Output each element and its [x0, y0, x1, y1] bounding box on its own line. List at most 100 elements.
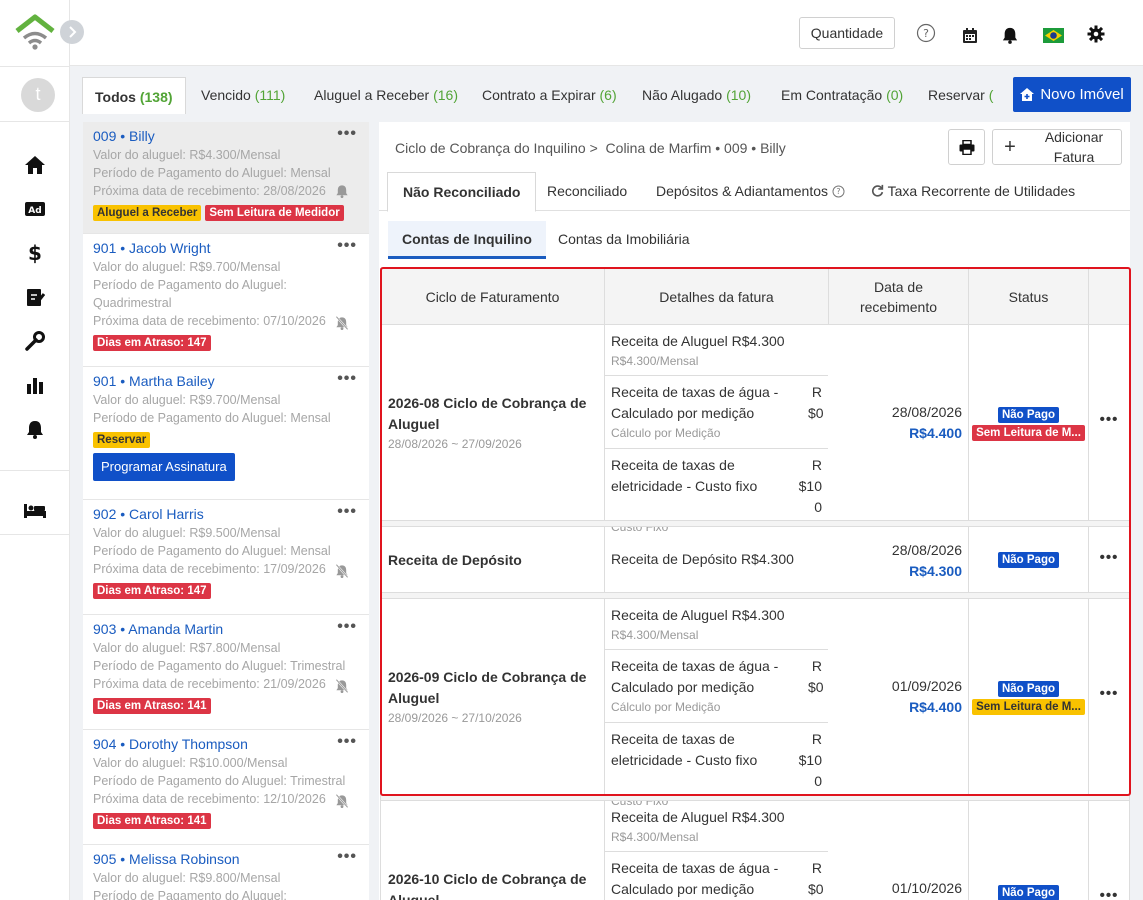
- schedule-signature-button[interactable]: Programar Assinatura: [93, 453, 235, 481]
- breadcrumb-root[interactable]: Ciclo de Cobrança do Inquilino: [395, 140, 586, 156]
- property-card[interactable]: 905 • Melissa Robinson ••• Valor do alug…: [83, 845, 369, 900]
- bed-icon[interactable]: [22, 498, 48, 524]
- tab-aluguel-a-receber[interactable]: Aluguel a Receber (16): [314, 78, 458, 112]
- calendar-icon[interactable]: [959, 24, 981, 46]
- new-property-button[interactable]: Novo Imóvel: [1013, 77, 1131, 112]
- chevron-right-icon: [69, 26, 77, 38]
- status-badge: Dias em Atraso: 141: [93, 698, 211, 714]
- bell-icon[interactable]: [22, 416, 48, 442]
- ad-icon[interactable]: Ad: [22, 196, 48, 222]
- more-options-icon[interactable]: •••: [337, 618, 357, 636]
- status-badge: Sem Leitura de M...: [972, 425, 1085, 441]
- property-title[interactable]: 904 • Dorothy Thompson: [93, 734, 359, 754]
- property-title[interactable]: 902 • Carol Harris: [93, 504, 359, 524]
- more-options-icon[interactable]: •••: [337, 237, 357, 255]
- invoice-item[interactable]: Receita de taxas de água - Calculado por…: [605, 376, 828, 449]
- svg-text:$: $: [28, 242, 42, 264]
- dollar-icon[interactable]: $: [22, 240, 48, 266]
- property-card[interactable]: 903 • Amanda Martin ••• Valor do aluguel…: [83, 615, 369, 730]
- invoice-item[interactable]: Receita de taxas de eletricidade - Custo…: [605, 449, 828, 534]
- invoice-item[interactable]: Receita de Aluguel R$4.300 R$4.300/Mensa…: [605, 801, 828, 852]
- status-badge: Não Pago: [997, 681, 1060, 697]
- invoice-item[interactable]: Receita de taxas de eletricidade - Custo…: [605, 723, 828, 808]
- print-button[interactable]: [948, 129, 985, 165]
- billing-panel: Ciclo de Cobrança do Inquilino > Colina …: [379, 122, 1130, 900]
- property-title[interactable]: 009 • Billy: [93, 126, 359, 146]
- status-badge: Não Pago: [997, 885, 1060, 900]
- reminder-off-icon[interactable]: [335, 316, 349, 330]
- row-actions-icon[interactable]: •••: [1089, 411, 1129, 428]
- table-header: Ciclo de Faturamento Detalhes da fatura …: [381, 269, 1129, 325]
- status-badge: Não Pago: [997, 407, 1060, 423]
- tab-taxa-recorrente[interactable]: Taxa Recorrente de Utilidades: [871, 172, 1075, 211]
- tab-em-contratacao[interactable]: Em Contratação (0): [781, 78, 903, 112]
- table-row: 2026-08 Ciclo de Cobrança de Aluguel 28/…: [381, 325, 1129, 534]
- table-row: 2026-10 Ciclo de Cobrança de Aluguel Rec…: [381, 801, 1129, 900]
- row-actions-icon[interactable]: •••: [1089, 549, 1129, 566]
- home-icon[interactable]: [22, 152, 48, 178]
- tab-reservar[interactable]: Reservar (6: [928, 78, 994, 112]
- property-title[interactable]: 901 • Martha Bailey: [93, 371, 359, 391]
- add-invoice-button[interactable]: + Adicionar Fatura: [992, 129, 1122, 165]
- more-options-icon[interactable]: •••: [337, 125, 357, 143]
- invoice-item[interactable]: Receita de taxas de água - Calculado por…: [605, 650, 828, 723]
- property-card[interactable]: 009 • Billy ••• Valor do aluguel: R$4.30…: [83, 122, 369, 234]
- tab-contas-imobiliaria[interactable]: Contas da Imobiliária: [558, 221, 690, 259]
- reminder-bell-icon[interactable]: [335, 184, 349, 198]
- quantity-button[interactable]: Quantidade: [799, 17, 895, 49]
- property-title[interactable]: 903 • Amanda Martin: [93, 619, 359, 639]
- tab-contrato-a-expirar[interactable]: Contrato a Expirar (6): [482, 78, 617, 112]
- invoice-item[interactable]: Receita de Aluguel R$4.300 R$4.300/Mensa…: [605, 599, 828, 650]
- more-options-icon[interactable]: •••: [337, 848, 357, 866]
- property-card[interactable]: 904 • Dorothy Thompson ••• Valor do alug…: [83, 730, 369, 845]
- property-title[interactable]: 901 • Jacob Wright: [93, 238, 359, 258]
- tab-contas-inquilino[interactable]: Contas de Inquilino: [388, 221, 546, 259]
- status-badge: Sem Leitura de M...: [972, 699, 1085, 715]
- tab-nao-reconciliado[interactable]: Não Reconciliado: [387, 172, 537, 212]
- property-title[interactable]: 905 • Melissa Robinson: [93, 849, 359, 869]
- tab-todos[interactable]: Todos (138): [82, 77, 186, 114]
- status-badge: Reservar: [93, 432, 151, 448]
- contract-icon[interactable]: [22, 284, 48, 310]
- tab-reconciliado[interactable]: Reconciliado: [547, 172, 627, 211]
- invoice-item[interactable]: Receita de Depósito R$4.300: [605, 527, 828, 593]
- invoice-item[interactable]: Receita de Aluguel R$4.300 R$4.300/Mensa…: [605, 325, 828, 376]
- table-row: 2026-09 Ciclo de Cobrança de Aluguel 28/…: [381, 599, 1129, 808]
- reminder-off-icon[interactable]: [335, 564, 349, 578]
- reconcile-tabs: Não Reconciliado Reconciliado Depósitos …: [379, 172, 1130, 212]
- svg-text:?: ?: [923, 27, 929, 40]
- nav-rail: t Ad $: [0, 0, 70, 900]
- row-actions-icon[interactable]: •••: [1089, 887, 1129, 900]
- notification-bell-icon[interactable]: [999, 24, 1021, 46]
- help-icon[interactable]: ?: [832, 185, 845, 198]
- ledger-tabs: Contas de Inquilino Contas da Imobiliári…: [379, 221, 1130, 259]
- status-badge: Dias em Atraso: 147: [93, 583, 211, 599]
- help-icon[interactable]: ?: [915, 22, 937, 44]
- more-options-icon[interactable]: •••: [337, 370, 357, 388]
- property-card[interactable]: 901 • Martha Bailey ••• Valor do aluguel…: [83, 367, 369, 500]
- bar-chart-icon[interactable]: [22, 372, 48, 398]
- wrench-icon[interactable]: [22, 328, 48, 354]
- gear-icon[interactable]: [1085, 23, 1107, 45]
- avatar[interactable]: t: [21, 78, 55, 112]
- row-actions-icon[interactable]: •••: [1089, 685, 1129, 702]
- tab-depositos-adiantamentos[interactable]: Depósitos & Adiantamentos ?: [656, 172, 845, 211]
- printer-icon: [959, 139, 974, 155]
- tab-vencido[interactable]: Vencido (111): [201, 78, 285, 112]
- reminder-off-icon[interactable]: [335, 794, 349, 808]
- brazil-flag-icon[interactable]: [1042, 24, 1064, 46]
- more-options-icon[interactable]: •••: [337, 503, 357, 521]
- property-card[interactable]: 902 • Carol Harris ••• Valor do aluguel:…: [83, 500, 369, 615]
- app-logo-icon[interactable]: [14, 14, 56, 52]
- refresh-icon: [871, 184, 884, 197]
- invoice-item[interactable]: Receita de taxas de água - Calculado por…: [605, 852, 828, 900]
- property-card[interactable]: 901 • Jacob Wright ••• Valor do aluguel:…: [83, 234, 369, 367]
- billing-cycle: 2026-10 Ciclo de Cobrança de Aluguel: [388, 871, 587, 900]
- status-badge: Dias em Atraso: 141: [93, 813, 211, 829]
- status-tabs: Todos (138) Vencido (111) Aluguel a Rece…: [70, 66, 1143, 122]
- more-options-icon[interactable]: •••: [337, 733, 357, 751]
- billing-cycle: 2026-08 Ciclo de Cobrança de Aluguel 28/…: [388, 395, 587, 451]
- tab-nao-alugado[interactable]: Não Alugado (10): [642, 78, 751, 112]
- expand-sidebar-button[interactable]: [60, 20, 84, 44]
- reminder-off-icon[interactable]: [335, 679, 349, 693]
